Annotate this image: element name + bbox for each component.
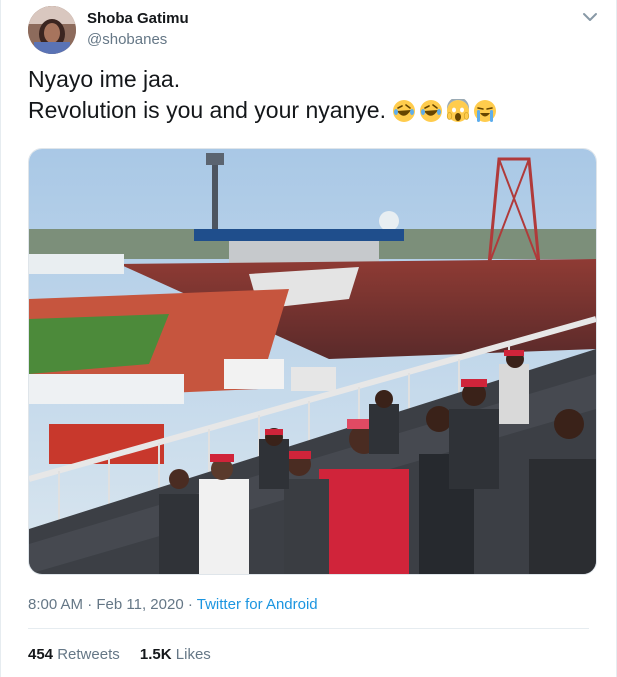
user-handle[interactable]: @shobanes [87,31,167,48]
tweet-stats: 454 Retweets 1.5K Likes [28,646,227,663]
likes-label: Likes [175,646,211,663]
likes-stat[interactable]: 1.5K Likes [140,646,211,663]
meta-separator: · [87,596,93,613]
tweet-card: Shoba Gatimu @shobanes Nyayo ime jaa. Re… [0,0,617,677]
emoji-group [392,99,497,123]
tweet-source-link[interactable]: Twitter for Android [197,596,318,613]
tweet-meta: 8:00 AM · Feb 11, 2020 · Twitter for And… [28,596,318,613]
retweets-count: 454 [28,646,54,663]
tweet-photo[interactable] [28,148,597,575]
stadium-photo [29,149,596,574]
tweet-text: Nyayo ime jaa. Revolution is you and you… [28,64,588,126]
likes-count: 1.5K [139,646,172,663]
retweets-stat[interactable]: 454 Retweets [28,646,120,663]
meta-separator: · [187,596,193,613]
tweet-time[interactable]: 8:00 AM [28,596,83,613]
user-display-name[interactable]: Shoba Gatimu [87,10,189,27]
tweet-text-line-2-words: Revolution is you and your nyanye. [28,97,386,123]
rolling-on-floor-laughing-icon [420,100,442,122]
loudly-crying-face-icon [474,100,496,122]
tweet-date[interactable]: Feb 11, 2020 [96,596,183,613]
avatar-image [28,6,76,54]
tweet-text-line-2: Revolution is you and your nyanye. [28,95,588,126]
divider [28,628,589,629]
chevron-down-icon[interactable] [581,10,599,24]
retweets-label: Retweets [57,646,120,663]
face-screaming-in-fear-icon [446,99,470,122]
rolling-on-floor-laughing-icon [393,100,415,122]
tweet-text-line-1: Nyayo ime jaa. [28,66,181,92]
user-avatar[interactable] [28,6,76,54]
